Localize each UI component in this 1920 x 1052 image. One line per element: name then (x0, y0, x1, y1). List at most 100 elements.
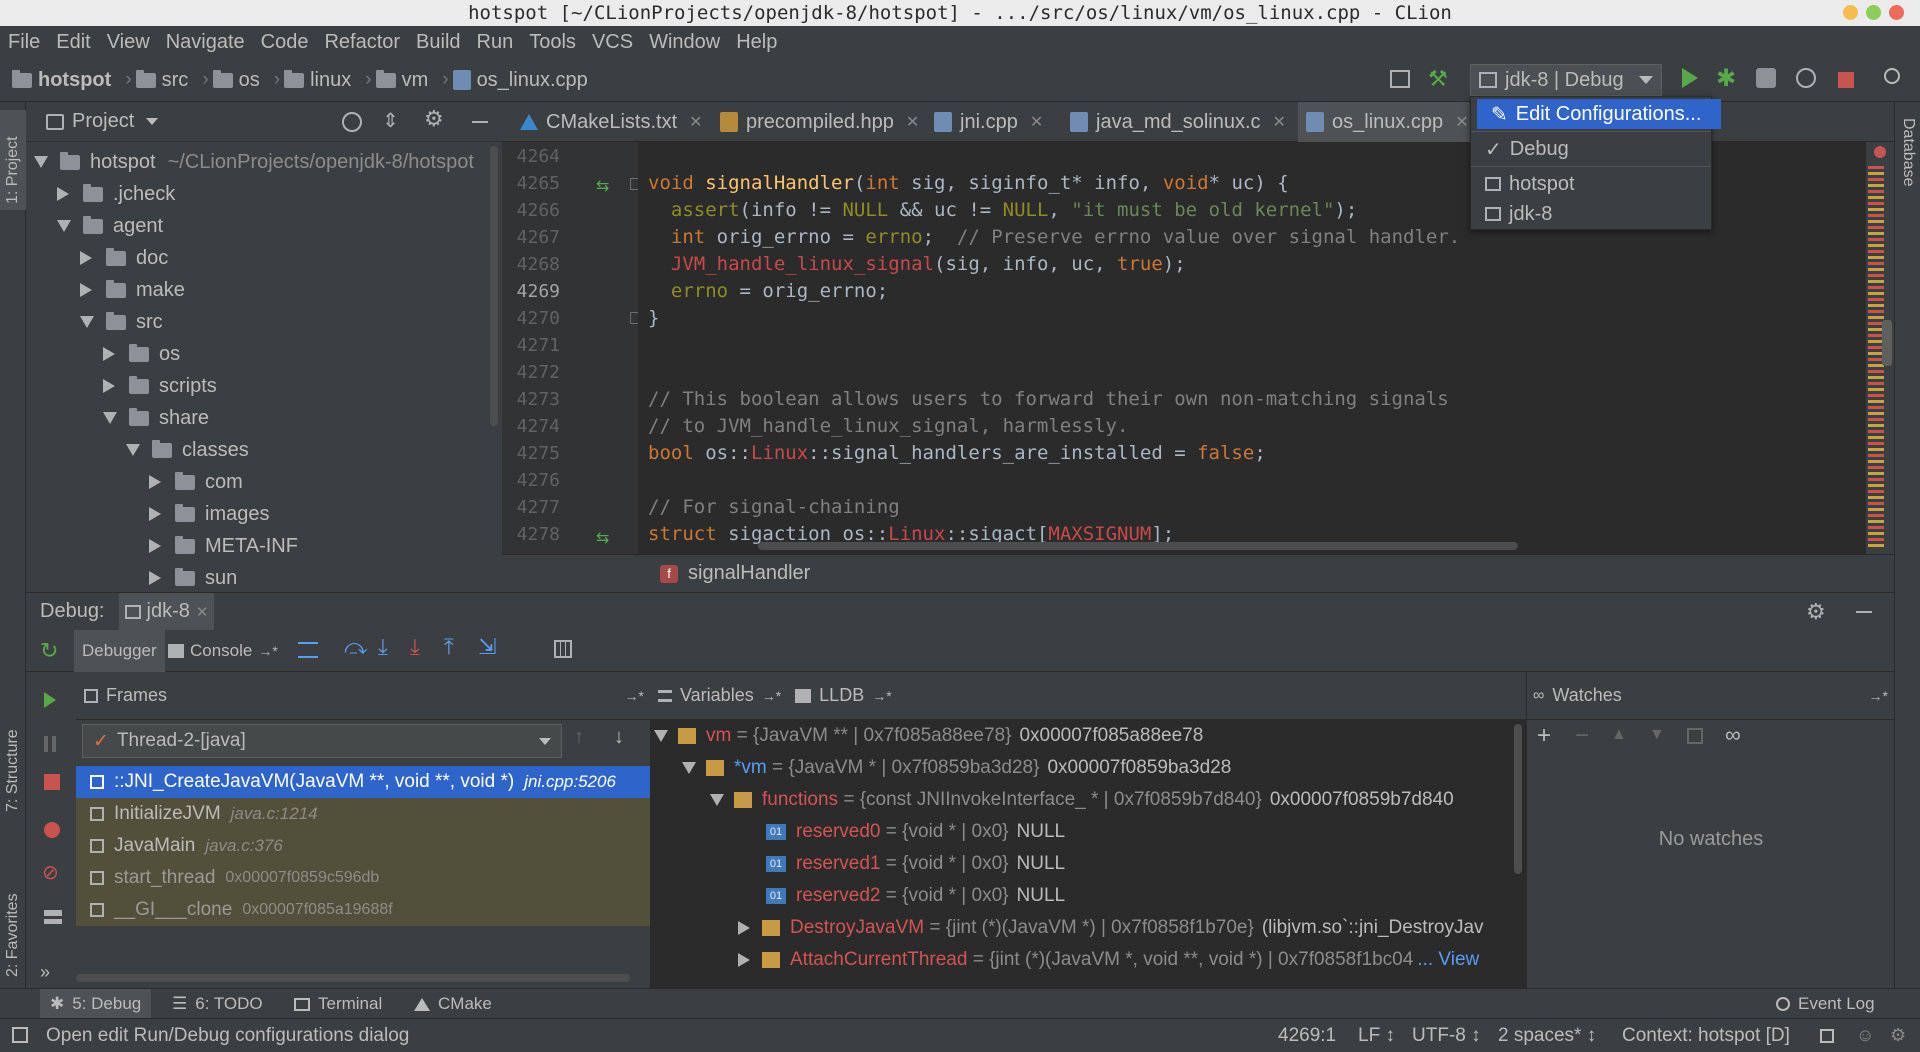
tab-os-linux-cpp[interactable]: os_linux.cpp ✕ (1298, 102, 1477, 145)
tree-item[interactable]: images (149, 498, 269, 530)
tree-item[interactable]: share (103, 402, 209, 434)
expand-arrow-icon[interactable] (103, 347, 115, 361)
close-tab-icon[interactable]: ✕ (1273, 112, 1286, 132)
build-hammer-icon[interactable]: ⚒ (1428, 66, 1448, 92)
expand-arrow-icon[interactable] (654, 730, 668, 742)
tree-item[interactable]: os (103, 338, 180, 370)
tab-debugger[interactable]: Debugger (74, 630, 165, 672)
show-execution-point-icon[interactable] (298, 642, 318, 658)
close-tab-icon[interactable]: ✕ (1030, 112, 1043, 132)
menu-code[interactable]: Code (259, 31, 311, 54)
tree-item[interactable]: .jcheck (57, 178, 175, 210)
caret-position[interactable]: 4269:1 (1278, 1025, 1336, 1047)
indent-setting[interactable]: 2 spaces* ↕ (1498, 1025, 1596, 1047)
stripe-scroll-thumb[interactable] (1882, 320, 1892, 366)
frame-row[interactable]: InitializeJVM java.c:1214 (76, 798, 650, 830)
variable-row[interactable]: AttachCurrentThread = {jint (*)(JavaVM *… (738, 944, 1479, 976)
thread-selector[interactable]: ✓ Thread-2-[java] (82, 724, 562, 758)
tab-lldb[interactable]: LLDB (819, 685, 864, 706)
locate-file-icon[interactable] (342, 112, 362, 132)
line-separator[interactable]: LF ↕ (1358, 1025, 1395, 1047)
run-with-coverage-icon[interactable] (1756, 68, 1776, 88)
tab-console[interactable]: Console →* (168, 630, 278, 672)
breadcrumb-os[interactable]: os (212, 69, 260, 92)
menu-run[interactable]: Run (475, 31, 516, 54)
pin-icon[interactable]: →* (872, 688, 891, 704)
breadcrumb-src[interactable]: src (135, 69, 188, 92)
tree-item[interactable]: sun (149, 562, 237, 594)
remove-watch-icon[interactable]: − (1575, 722, 1589, 750)
tab-java-md-solinux-c[interactable]: java_md_solinux.c ✕ (1062, 102, 1294, 142)
breadcrumb-vm[interactable]: vm (375, 69, 428, 92)
pin-icon[interactable]: →* (625, 688, 644, 704)
glasses-icon[interactable]: ∞ (1725, 722, 1741, 748)
run-icon[interactable] (1682, 68, 1698, 88)
resume-icon[interactable] (44, 692, 56, 708)
debug-bug-icon[interactable]: ✱ (1716, 64, 1736, 93)
step-out-icon[interactable]: ⤒ (444, 634, 454, 660)
expand-arrow-icon[interactable] (149, 539, 161, 553)
debug-session-tab[interactable]: jdk-8 ✕ (118, 592, 215, 631)
expand-arrow-icon[interactable] (149, 571, 161, 585)
stop-icon[interactable] (44, 774, 60, 790)
variable-row[interactable]: vm = {JavaVM ** | 0x7f085a88ee78} 0x0000… (654, 720, 1203, 752)
editor-horizontal-scrollbar[interactable] (758, 542, 1518, 550)
expand-arrow-icon[interactable] (149, 507, 161, 521)
close-window-button[interactable] (1889, 5, 1904, 20)
project-view-selector[interactable]: Project (72, 110, 134, 133)
menu-item-hotspot[interactable]: hotspot (1471, 169, 1725, 199)
tool-terminal[interactable]: Terminal (294, 989, 382, 1019)
tool-debug[interactable]: ✱ 5: Debug (40, 989, 152, 1019)
close-tab-icon[interactable]: ✕ (906, 112, 919, 132)
run-config-selector[interactable]: jdk-8 | Debug (1470, 64, 1662, 96)
copy-watch-icon[interactable] (1687, 728, 1703, 744)
mute-breakpoints-icon[interactable]: ⊘ (42, 860, 59, 885)
next-frame-icon[interactable]: ↓ (614, 726, 624, 749)
frame-row[interactable]: ::JNI_CreateJavaVM(JavaVM **, void **, v… (76, 766, 650, 798)
hide-panel-icon[interactable] (472, 121, 488, 123)
gear-icon[interactable]: ⚙ (424, 106, 444, 132)
notification-icon[interactable]: ⚙ (1890, 1025, 1906, 1046)
editor-gutter[interactable]: 4264 4265 4266 4267 4268 4269 4270 4271 4272 4273… (502, 142, 640, 554)
expand-arrow-icon[interactable] (149, 475, 161, 489)
pause-icon[interactable] (44, 736, 56, 752)
favorites-tool-tab[interactable]: 2: Favorites (0, 862, 26, 982)
override-marker-icon[interactable]: ⇆ (596, 528, 609, 548)
menu-view[interactable]: View (105, 31, 152, 54)
collapse-arrow-icon[interactable] (57, 220, 71, 232)
tree-item[interactable]: META-INF (149, 530, 298, 562)
inspector-icon[interactable]: ☺ (1856, 1025, 1874, 1046)
menu-vcs[interactable]: VCS (590, 31, 635, 54)
breadcrumb-hotspot[interactable]: hotspot (12, 69, 111, 92)
gear-icon[interactable]: ⚙ (1806, 599, 1826, 625)
menu-tools[interactable]: Tools (527, 31, 578, 54)
frame-row[interactable]: JavaMain java.c:376 (76, 830, 650, 862)
pin-icon[interactable]: →* (762, 688, 781, 704)
maximize-button[interactable] (1866, 5, 1881, 20)
tab-precompiled-hpp[interactable]: precompiled.hpp ✕ (712, 102, 927, 142)
tree-item[interactable]: make (80, 274, 185, 306)
tree-item[interactable]: classes (126, 434, 249, 466)
code-breadcrumb-function[interactable]: signalHandler (688, 562, 810, 585)
collapse-all-icon[interactable]: ⇕ (382, 108, 399, 133)
tree-item[interactable]: hotspot ~/CLionProjects/openjdk-8/hotspot (34, 146, 474, 178)
collapse-arrow-icon[interactable] (126, 444, 140, 456)
tool-cmake[interactable]: CMake (414, 989, 492, 1019)
tree-item[interactable]: doc (80, 242, 168, 274)
database-tool-tab[interactable]: Database (1895, 112, 1920, 222)
tab-variables[interactable]: Variables (680, 685, 754, 706)
expand-arrow-icon[interactable] (80, 283, 92, 297)
file-encoding[interactable]: UTF-8 ↕ (1412, 1025, 1481, 1047)
menu-edit[interactable]: Edit (54, 31, 92, 54)
move-down-icon[interactable]: ▼ (1649, 726, 1665, 744)
tree-item[interactable]: agent (57, 210, 163, 242)
expand-arrow-icon[interactable] (682, 762, 696, 774)
tree-scrollbar[interactable] (490, 146, 498, 426)
stop-icon[interactable] (1838, 72, 1854, 88)
frame-row[interactable]: __GI___clone 0x00007f085a19688f (76, 894, 650, 926)
structure-tool-tab[interactable]: 7: Structure (0, 702, 26, 822)
view-link[interactable]: ... View (1417, 949, 1479, 971)
collapse-arrow-icon[interactable] (34, 156, 48, 168)
evaluate-expression-icon[interactable] (554, 640, 572, 658)
add-watch-icon[interactable]: + (1537, 722, 1551, 750)
